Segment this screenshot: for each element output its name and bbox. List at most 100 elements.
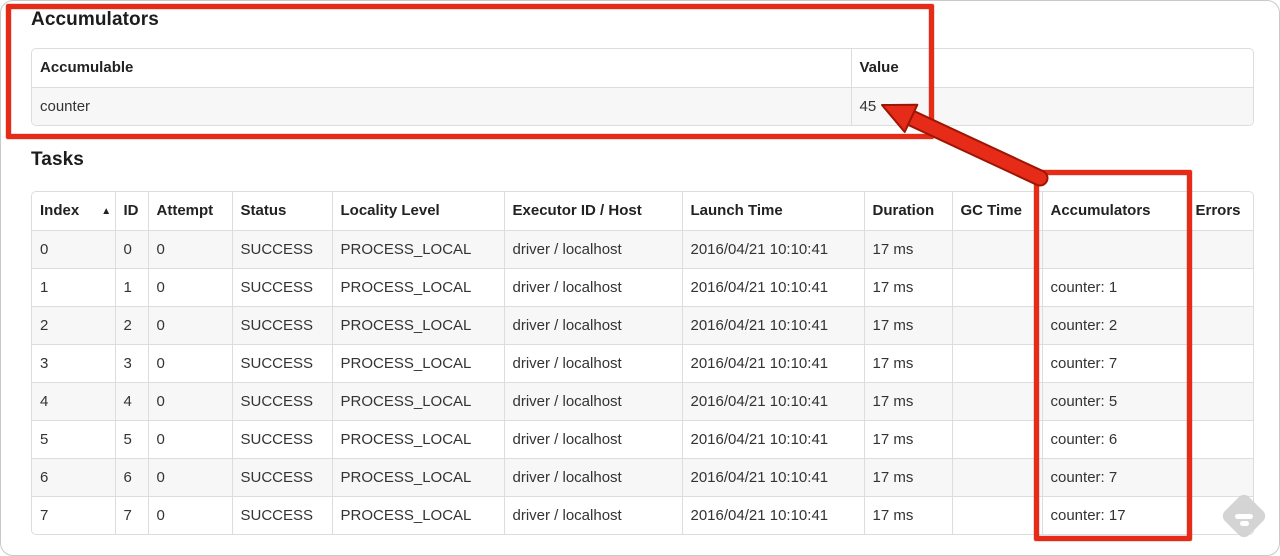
table-cell: 0 — [147, 495, 232, 534]
table-cell — [1186, 343, 1253, 382]
table-cell — [951, 381, 1042, 420]
table-cell: PROCESS_LOCAL — [331, 343, 504, 382]
table-cell: 17 ms — [863, 419, 952, 458]
table-cell: 0 — [147, 267, 232, 306]
table-cell: SUCCESS — [231, 457, 332, 496]
table-cell: 1 — [32, 267, 115, 306]
table-cell: 2016/04/21 10:10:41 — [681, 343, 864, 382]
table-cell: SUCCESS — [231, 419, 332, 458]
table-cell: PROCESS_LOCAL — [331, 267, 504, 306]
table-cell: 17 ms — [863, 457, 952, 496]
table-cell: driver / localhost — [503, 381, 682, 420]
table-cell — [1041, 229, 1187, 268]
table-header-row: Index ▲ ID Attempt Status Locality Level … — [32, 192, 1253, 230]
column-header-label: Index — [40, 202, 80, 220]
table-cell: driver / localhost — [503, 305, 682, 344]
table-cell: 2016/04/21 10:10:41 — [681, 419, 864, 458]
table-cell: driver / localhost — [503, 343, 682, 382]
table-cell — [951, 305, 1042, 344]
table-cell: 5 — [114, 419, 148, 458]
column-header-accumulators[interactable]: Accumulators — [1041, 192, 1187, 230]
table-cell: 0 — [147, 419, 232, 458]
table-cell — [1186, 381, 1253, 420]
column-header-launch-time[interactable]: Launch Time — [681, 192, 864, 230]
table-cell — [1186, 267, 1253, 306]
table-row: 4 4 0 SUCCESS PROCESS_LOCAL driver / loc… — [32, 381, 1253, 420]
table-cell: PROCESS_LOCAL — [331, 229, 504, 268]
table-cell: 0 — [147, 381, 232, 420]
table-cell — [951, 457, 1042, 496]
table-cell: 2016/04/21 10:10:41 — [681, 267, 864, 306]
column-header-id[interactable]: ID — [114, 192, 148, 230]
table-cell: 0 — [147, 457, 232, 496]
table-row: 0 0 0 SUCCESS PROCESS_LOCAL driver / loc… — [32, 229, 1253, 268]
table-cell: PROCESS_LOCAL — [331, 381, 504, 420]
table-cell: 7 — [32, 495, 115, 534]
table-cell — [1186, 419, 1253, 458]
table-cell: 2 — [114, 305, 148, 344]
accumulators-section-title: Accumulators — [31, 9, 159, 30]
table-cell: 0 — [32, 229, 115, 268]
table-cell: 5 — [32, 419, 115, 458]
table-cell: 1 — [114, 267, 148, 306]
table-header-row: Accumulable Value — [32, 49, 1253, 87]
table-row: 2 2 0 SUCCESS PROCESS_LOCAL driver / loc… — [32, 305, 1253, 344]
table-cell: SUCCESS — [231, 267, 332, 306]
table-cell: counter: 17 — [1041, 495, 1187, 534]
table-row: 7 7 0 SUCCESS PROCESS_LOCAL driver / loc… — [32, 495, 1253, 534]
table-cell: 2016/04/21 10:10:41 — [681, 495, 864, 534]
accumulators-table: Accumulable Value counter 45 — [31, 48, 1254, 126]
table-cell — [951, 229, 1042, 268]
column-header-index[interactable]: Index ▲ — [32, 192, 115, 230]
table-row: 1 1 0 SUCCESS PROCESS_LOCAL driver / loc… — [32, 267, 1253, 306]
table-cell: 4 — [114, 381, 148, 420]
column-header-locality-level[interactable]: Locality Level — [331, 192, 504, 230]
table-cell: 45 — [850, 86, 1253, 125]
table-cell: 2 — [32, 305, 115, 344]
table-cell: driver / localhost — [503, 267, 682, 306]
table-row: 5 5 0 SUCCESS PROCESS_LOCAL driver / loc… — [32, 419, 1253, 458]
table-cell: driver / localhost — [503, 495, 682, 534]
table-cell — [951, 343, 1042, 382]
table-cell: 17 ms — [863, 267, 952, 306]
column-header-errors[interactable]: Errors — [1186, 192, 1253, 230]
table-cell: counter: 7 — [1041, 343, 1187, 382]
table-cell — [1186, 229, 1253, 268]
table-cell: 2016/04/21 10:10:41 — [681, 305, 864, 344]
table-cell: SUCCESS — [231, 343, 332, 382]
table-cell: 0 — [147, 305, 232, 344]
table-cell — [951, 419, 1042, 458]
table-cell — [1186, 305, 1253, 344]
table-cell: PROCESS_LOCAL — [331, 419, 504, 458]
table-cell: 2016/04/21 10:10:41 — [681, 457, 864, 496]
table-cell: PROCESS_LOCAL — [331, 305, 504, 344]
table-cell: 17 ms — [863, 343, 952, 382]
table-cell: counter: 6 — [1041, 419, 1187, 458]
table-cell: PROCESS_LOCAL — [331, 457, 504, 496]
feedly-logo-icon — [1222, 494, 1266, 538]
table-cell: 17 ms — [863, 381, 952, 420]
table-cell: 3 — [114, 343, 148, 382]
table-cell: 6 — [114, 457, 148, 496]
column-header-status[interactable]: Status — [231, 192, 332, 230]
tasks-table: Index ▲ ID Attempt Status Locality Level … — [31, 191, 1254, 535]
column-header-executor-id-host[interactable]: Executor ID / Host — [503, 192, 682, 230]
sort-ascending-icon[interactable]: ▲ — [101, 206, 111, 217]
table-cell — [951, 495, 1042, 534]
tasks-section-title: Tasks — [31, 149, 84, 170]
table-cell: driver / localhost — [503, 229, 682, 268]
table-cell: 6 — [32, 457, 115, 496]
table-row: 6 6 0 SUCCESS PROCESS_LOCAL driver / loc… — [32, 457, 1253, 496]
table-cell: 2016/04/21 10:10:41 — [681, 229, 864, 268]
table-cell: 4 — [32, 381, 115, 420]
table-cell: counter: 7 — [1041, 457, 1187, 496]
table-cell: 17 ms — [863, 229, 952, 268]
table-cell: counter: 2 — [1041, 305, 1187, 344]
table-cell: 17 ms — [863, 495, 952, 534]
column-header-duration[interactable]: Duration — [863, 192, 952, 230]
column-header-gc-time[interactable]: GC Time — [951, 192, 1042, 230]
table-cell — [951, 267, 1042, 306]
table-cell: 2016/04/21 10:10:41 — [681, 381, 864, 420]
column-header-attempt[interactable]: Attempt — [147, 192, 232, 230]
column-header-value: Value — [850, 49, 1253, 87]
